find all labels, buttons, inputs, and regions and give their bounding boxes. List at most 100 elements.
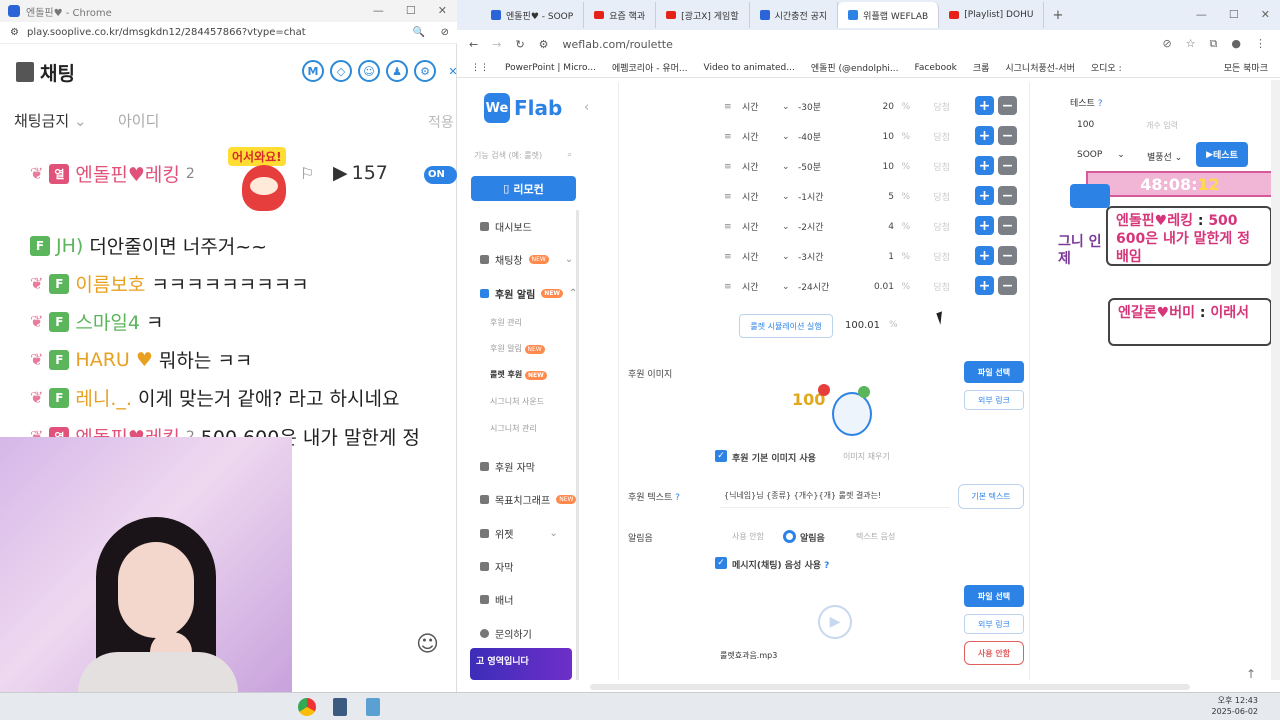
bookmark[interactable]: Facebook <box>915 63 957 73</box>
sub-signature-sound[interactable]: 시그니처 사운드 <box>490 396 544 407</box>
external-link-button[interactable]: 외부 링크 <box>964 390 1024 410</box>
eye-off-icon[interactable]: ⊘ <box>441 27 449 38</box>
drag-handle-icon[interactable]: ≡ <box>724 282 734 292</box>
sidebar-item-dashboard[interactable]: 대시보드 <box>480 219 532 234</box>
remove-row-button[interactable]: − <box>998 156 1017 175</box>
row-kind[interactable]: 시간 <box>742 100 782 113</box>
forward-icon[interactable]: → <box>492 38 501 51</box>
hidden-button[interactable] <box>1070 184 1110 208</box>
remove-row-button[interactable]: − <box>998 246 1017 265</box>
row-kind[interactable]: 시간 <box>742 250 782 263</box>
tab-youtube-1[interactable]: 요즘 핵과 <box>584 2 657 28</box>
help-icon[interactable]: ? <box>824 561 829 571</box>
maximize-icon[interactable]: ☐ <box>406 4 416 17</box>
minimize-icon[interactable]: — <box>373 4 384 17</box>
row-time[interactable]: -30분 <box>798 100 858 113</box>
tab-playlist[interactable]: [Playlist] DOHU <box>939 2 1045 28</box>
notepad-icon[interactable] <box>366 698 380 716</box>
auto-scroll-toggle[interactable]: ON <box>424 166 457 184</box>
donation-text-input[interactable]: {닉네임}님 {종류} {개수}{개} 룰렛 결과는! <box>720 486 950 508</box>
add-row-button[interactable]: + <box>975 156 994 175</box>
drag-handle-icon[interactable]: ≡ <box>724 132 734 142</box>
alert-option-tts[interactable]: 텍스트 음성 <box>856 531 895 542</box>
tab-weflab[interactable]: 위플랩 WEFLAB <box>838 2 940 28</box>
all-bookmarks[interactable]: 모든 북마크 <box>1224 61 1268 74</box>
remote-button[interactable]: ▯ 리모컨 <box>471 176 576 201</box>
sub-roulette[interactable]: 룰렛 후원 NEW <box>490 369 547 380</box>
chat-id-input[interactable]: 아이디 <box>118 110 159 131</box>
chat-nick[interactable]: HARU <box>75 349 129 371</box>
chat-apply-button[interactable]: 적용 <box>428 112 454 132</box>
add-row-button[interactable]: + <box>975 246 994 265</box>
bookmark[interactable]: 크롬 <box>973 61 990 74</box>
profile-icon[interactable]: ● <box>1231 37 1241 51</box>
row-value[interactable]: 10 <box>858 162 894 172</box>
drag-handle-icon[interactable]: ≡ <box>724 192 734 202</box>
sidebar-search-input[interactable]: 기능 검색 (예: 룰렛) ⌕ <box>474 146 572 164</box>
gear-icon[interactable]: ⚙ <box>414 60 436 82</box>
weflab-logo[interactable]: We Flab <box>484 93 562 123</box>
more-icon[interactable]: ⋮ <box>1255 37 1266 51</box>
eye-off-icon[interactable]: ⊘ <box>1162 37 1171 51</box>
calculator-icon[interactable] <box>333 698 347 716</box>
sub-donation-alert[interactable]: 후원 알림 NEW <box>490 343 545 354</box>
maximize-icon[interactable]: ☐ <box>1229 8 1239 21</box>
add-row-button[interactable]: + <box>975 216 994 235</box>
play-icon[interactable]: ▶ <box>818 605 852 639</box>
row-value[interactable]: 5 <box>858 192 894 202</box>
chrome-icon[interactable] <box>298 698 316 716</box>
row-value[interactable]: 0.01 <box>858 282 894 292</box>
tab-youtube-2[interactable]: [광고X] 게임할 <box>656 2 750 28</box>
bookmark[interactable]: 시그니처풍선-서버 <box>1005 61 1075 74</box>
minimize-icon[interactable]: — <box>1196 8 1207 21</box>
sidebar-ad-banner[interactable]: 고 영역입니다 <box>470 648 572 680</box>
sidebar-item-chat[interactable]: 채팅창 NEW ⌄ <box>480 252 573 267</box>
chat-sidebar-icon[interactable] <box>16 62 34 82</box>
row-time[interactable]: -50분 <box>798 160 858 173</box>
help-icon[interactable]: ? <box>675 493 680 503</box>
default-image-checkbox[interactable]: ✓ <box>715 450 727 462</box>
page-scrollbar[interactable] <box>1271 80 1280 680</box>
remove-row-button[interactable]: − <box>998 96 1017 115</box>
sidebar-item-contact[interactable]: 문의하기 <box>480 626 532 641</box>
simulate-button[interactable]: 룰렛 시뮬레이션 실행 <box>739 314 833 338</box>
site-settings-icon[interactable]: ⚙ <box>539 38 549 51</box>
row-kind[interactable]: 시간 <box>742 190 782 203</box>
row-value[interactable]: 20 <box>858 102 894 112</box>
row-time[interactable]: -3시간 <box>798 250 858 263</box>
sound-file-select-button[interactable]: 파일 선택 <box>964 585 1024 607</box>
clock[interactable]: 오후 12:43 2025-06-02 <box>1212 695 1259 717</box>
horizontal-scrollbar[interactable] <box>590 684 1190 690</box>
new-tab-icon[interactable]: + <box>1052 8 1063 23</box>
apps-icon[interactable]: ⋮⋮ <box>471 63 489 73</box>
row-value[interactable]: 1 <box>858 252 894 262</box>
chat-nick[interactable]: 스마일4 <box>75 308 140 335</box>
remove-row-button[interactable]: − <box>998 276 1017 295</box>
sidebar-item-banner[interactable]: 배너 <box>480 592 513 607</box>
alert-option-none[interactable]: 사용 안함 <box>732 531 764 542</box>
bookmark[interactable]: PowerPoint | Micro... <box>505 63 596 73</box>
row-kind[interactable]: 시간 <box>742 160 782 173</box>
tab-notice[interactable]: 시간충전 공지 <box>750 2 839 28</box>
balloon-select[interactable]: 별풍선 ⌄ <box>1147 150 1182 163</box>
chat-nick[interactable]: 레니._. <box>75 384 132 411</box>
help-icon[interactable]: ? <box>1098 99 1103 109</box>
report-icon[interactable]: ⚐ <box>300 164 314 183</box>
drag-handle-icon[interactable]: ≡ <box>724 102 734 112</box>
scroll-top-icon[interactable]: ↑ <box>1246 667 1256 681</box>
reload-icon[interactable]: ↻ <box>515 38 524 51</box>
add-row-button[interactable]: + <box>975 186 994 205</box>
zoom-icon[interactable]: 🔍 <box>413 27 425 38</box>
no-sound-button[interactable]: 사용 안함 <box>964 641 1024 665</box>
image-reset-link[interactable]: 이미지 재우기 <box>843 451 890 462</box>
sidebar-item-subtitle-donation[interactable]: 후원 자막 <box>480 459 535 474</box>
url-field[interactable]: weflab.com/roulette <box>563 38 673 51</box>
back-icon[interactable]: ← <box>469 38 478 51</box>
row-time[interactable]: -24시간 <box>798 280 858 293</box>
sidebar-item-donation-alert[interactable]: 후원 알림 NEW ⌃ <box>480 286 577 301</box>
file-select-button[interactable]: 파일 선택 <box>964 361 1024 383</box>
add-row-button[interactable]: + <box>975 96 994 115</box>
remove-row-button[interactable]: − <box>998 216 1017 235</box>
row-time[interactable]: -1시간 <box>798 190 858 203</box>
sub-donation-manage[interactable]: 후원 관리 <box>490 317 522 328</box>
